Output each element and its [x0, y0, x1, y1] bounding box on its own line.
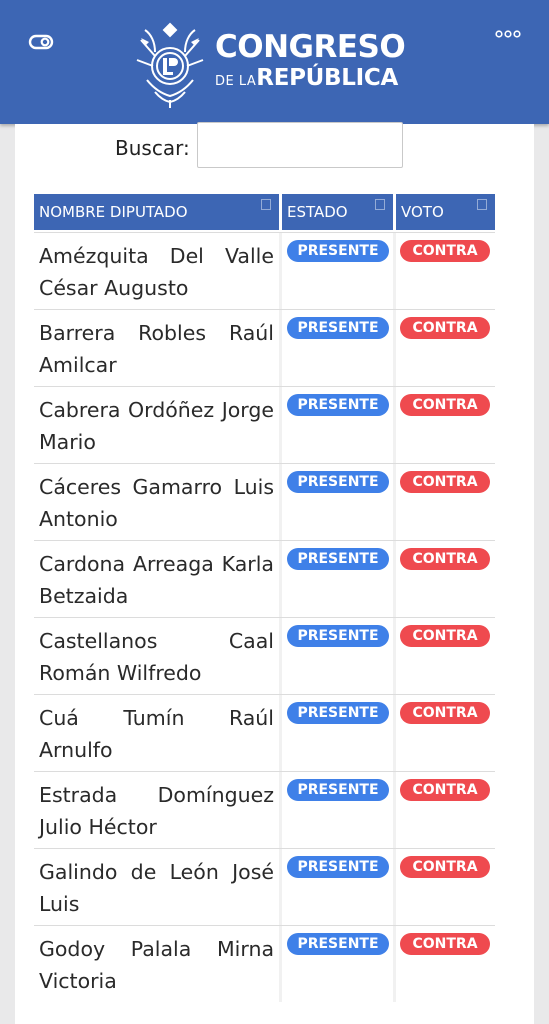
- table-row: Amézquita Del Valle César Augusto PRESEN…: [34, 232, 495, 309]
- table-row: Galindo de León José Luis PRESENTE CONTR…: [34, 848, 495, 925]
- logo-title: CONGRESO: [215, 29, 406, 65]
- sort-icon: [375, 199, 385, 210]
- column-header-nombre[interactable]: NOMBRE DIPUTADO: [34, 194, 279, 230]
- deputy-name: Estrada Domínguez Julio Héctor: [39, 783, 274, 839]
- table-row: Estrada Domínguez Julio Héctor PRESENTE …: [34, 771, 495, 848]
- estado-badge: PRESENTE: [287, 625, 389, 647]
- deputy-name: Galindo de León José Luis: [39, 860, 274, 916]
- table-row: Barrera Robles Raúl Amilcar PRESENTE CON…: [34, 309, 495, 386]
- estado-badge: PRESENTE: [287, 779, 389, 801]
- column-header-label: ESTADO: [287, 203, 348, 221]
- estado-badge: PRESENTE: [287, 471, 389, 493]
- estado-badge: PRESENTE: [287, 548, 389, 570]
- voto-badge: CONTRA: [400, 471, 490, 493]
- estado-badge: PRESENTE: [287, 317, 389, 339]
- sort-icon: [477, 199, 487, 210]
- more-dots-icon[interactable]: [495, 28, 521, 40]
- app-header: CONGRESO DE LAREPÚBLICA: [0, 0, 549, 124]
- toggle-icon[interactable]: [28, 32, 54, 52]
- estado-badge: PRESENTE: [287, 240, 389, 262]
- voto-badge: CONTRA: [400, 702, 490, 724]
- estado-badge: PRESENTE: [287, 394, 389, 416]
- logo-subtitle: DE LAREPÚBLICA: [215, 66, 398, 94]
- coat-of-arms-icon: [136, 22, 204, 108]
- voto-badge: CONTRA: [400, 933, 490, 955]
- deputy-name: Godoy Palala Mirna Victoria: [39, 937, 274, 993]
- deputy-name: Cuá Tumín Raúl Arnulfo: [39, 706, 274, 762]
- deputy-name: Amézquita Del Valle César Augusto: [39, 244, 274, 300]
- search-input[interactable]: [197, 122, 403, 168]
- sort-icon: [261, 199, 271, 210]
- estado-badge: PRESENTE: [287, 933, 389, 955]
- estado-badge: PRESENTE: [287, 702, 389, 724]
- column-header-label: VOTO: [401, 203, 444, 221]
- column-header-voto[interactable]: VOTO: [396, 194, 495, 230]
- table-row: Cabrera Ordóñez Jorge Mario PRESENTE CON…: [34, 386, 495, 463]
- logo-subtitle-big: REPÚBLICA: [256, 65, 398, 91]
- table-row: Cardona Arreaga Karla Betzaida PRESENTE …: [34, 540, 495, 617]
- voto-badge: CONTRA: [400, 779, 490, 801]
- table-row: Godoy Palala Mirna Victoria PRESENTE CON…: [34, 925, 495, 1002]
- estado-badge: PRESENTE: [287, 856, 389, 878]
- voto-badge: CONTRA: [400, 548, 490, 570]
- deputy-name: Barrera Robles Raúl Amilcar: [39, 321, 274, 377]
- voto-badge: CONTRA: [400, 625, 490, 647]
- congreso-logo[interactable]: CONGRESO DE LAREPÚBLICA: [133, 20, 423, 112]
- voto-badge: CONTRA: [400, 317, 490, 339]
- column-header-estado[interactable]: ESTADO: [282, 194, 393, 230]
- content-panel: Buscar: NOMBRE DIPUTADO ESTADO VOTO Améz…: [15, 122, 534, 1024]
- deputy-name: Cabrera Ordóñez Jorge Mario: [39, 398, 274, 454]
- deputy-name: Cardona Arreaga Karla Betzaida: [39, 552, 274, 608]
- voto-badge: CONTRA: [400, 856, 490, 878]
- voto-badge: CONTRA: [400, 394, 490, 416]
- table-row: Cuá Tumín Raúl Arnulfo PRESENTE CONTRA: [34, 694, 495, 771]
- search-label: Buscar:: [115, 136, 190, 160]
- logo-subtitle-small: DE LA: [215, 74, 257, 89]
- deputy-name: Cáceres Gamarro Luis Antonio: [39, 475, 274, 531]
- deputy-name: Castellanos Caal Román Wilfredo: [39, 629, 274, 685]
- voto-badge: CONTRA: [400, 240, 490, 262]
- table-row: Castellanos Caal Román Wilfredo PRESENTE…: [34, 617, 495, 694]
- column-header-label: NOMBRE DIPUTADO: [39, 203, 188, 221]
- table-row: Cáceres Gamarro Luis Antonio PRESENTE CO…: [34, 463, 495, 540]
